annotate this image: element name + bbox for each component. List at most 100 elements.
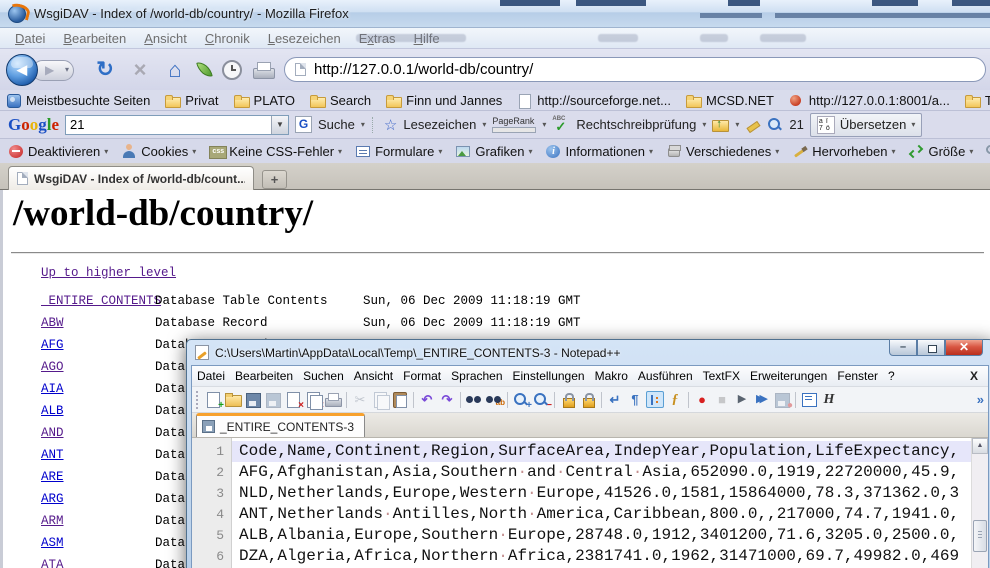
notepad-titlebar[interactable]: C:\Users\Martin\AppData\Local\Temp\_ENTI… <box>191 340 989 365</box>
bookmark-item[interactable]: MCSD.NET <box>686 93 774 108</box>
record-link[interactable]: AFG <box>41 338 64 352</box>
forward-button[interactable]: ▶ ▾ <box>32 60 74 81</box>
bookmark-item[interactable]: http://127.0.0.1:8001/a... <box>789 93 950 108</box>
scrollbar-thumb[interactable] <box>973 520 987 552</box>
restore-button[interactable] <box>917 339 945 356</box>
record-link[interactable]: ABW <box>41 316 64 330</box>
record-link[interactable]: ANT <box>41 448 64 462</box>
undo-icon[interactable] <box>418 391 436 408</box>
line-text[interactable]: AFG,Afghanistan,Asia,Southern·and·Centra… <box>232 462 988 483</box>
editor-area[interactable]: 1 Code,Name,Continent,Region,SurfaceArea… <box>192 438 988 568</box>
url-bar[interactable] <box>284 57 986 82</box>
record-link[interactable]: ARG <box>41 492 64 506</box>
menu-item[interactable]: Bearbeiten <box>54 31 135 46</box>
dropdown-caret[interactable]: ▾ <box>702 120 706 129</box>
copy-icon[interactable] <box>371 391 389 408</box>
line-text[interactable]: ALB,Albania,Europe,Southern·Europe,28748… <box>232 525 988 546</box>
editor-scrollbar[interactable] <box>971 438 988 568</box>
line-text[interactable]: ANT,Netherlands·Antilles,North·America,C… <box>232 504 988 525</box>
history-clock-icon[interactable] <box>222 60 242 80</box>
macro-run-multiple-icon[interactable] <box>753 391 771 408</box>
zoom-icon[interactable] <box>767 117 783 133</box>
menu-item[interactable]: ? <box>883 369 900 383</box>
bookmark-item[interactable]: PLATO <box>234 93 295 108</box>
menu-item[interactable]: Format <box>398 369 446 383</box>
macro-save-icon[interactable]: ● <box>773 391 791 408</box>
start-html-icon[interactable] <box>820 391 838 408</box>
zoom-out-icon[interactable]: − <box>532 391 550 408</box>
dropdown-caret[interactable]: ▾ <box>542 120 546 129</box>
menu-item[interactable]: Ausführen <box>633 369 698 383</box>
dropdown-caret[interactable]: ▾ <box>735 120 739 129</box>
menu-item[interactable]: Sprachen <box>446 369 507 383</box>
stop-button[interactable] <box>128 57 152 83</box>
home-button[interactable] <box>163 57 187 83</box>
google-search-input[interactable] <box>66 117 271 132</box>
new-tab-button[interactable] <box>262 170 287 189</box>
minimize-button[interactable]: – <box>889 339 917 356</box>
scroll-up-arrow[interactable] <box>972 438 988 454</box>
menu-item[interactable]: Ansicht <box>135 31 196 46</box>
bookmark-item[interactable]: Finn und Jannes <box>386 93 502 108</box>
webdev-item[interactable]: Deaktivieren ▾ <box>8 144 108 159</box>
webdev-item[interactable]: Verschiedenes ▾ <box>666 144 779 159</box>
document-tab[interactable]: _ENTIRE_CONTENTS-3 <box>196 413 365 437</box>
record-link[interactable]: ARM <box>41 514 64 528</box>
paste-icon[interactable] <box>391 391 409 408</box>
save-all-icon[interactable] <box>264 391 282 408</box>
macro-play-icon[interactable] <box>733 391 751 408</box>
google-search-box[interactable]: ▼ <box>65 115 289 135</box>
url-input[interactable] <box>314 61 975 78</box>
back-button[interactable]: ◀ <box>6 54 38 86</box>
cut-icon[interactable] <box>351 391 369 408</box>
search-dropdown-button[interactable]: ▼ <box>271 116 288 134</box>
spellcheck-icon[interactable] <box>552 116 570 133</box>
menu-item[interactable]: Ansicht <box>349 369 398 383</box>
google-bookmarks-button[interactable]: Lesezeichen <box>403 117 476 132</box>
menu-item[interactable]: Lesezeichen <box>259 31 350 46</box>
highlighter-icon[interactable] <box>745 117 761 133</box>
find-icon[interactable] <box>465 391 483 408</box>
browser-tab[interactable]: WsgiDAV - Index of /world-db/count... <box>8 166 254 190</box>
save-icon[interactable] <box>244 391 262 408</box>
webdev-item[interactable]: Extras ▾ <box>986 144 990 159</box>
send-to-icon[interactable] <box>712 118 729 132</box>
reload-button[interactable] <box>93 57 117 82</box>
menu-item[interactable]: Fenster <box>832 369 883 383</box>
redo-icon[interactable] <box>438 391 456 408</box>
record-link[interactable]: AIA <box>41 382 64 396</box>
record-link[interactable]: ALB <box>41 404 64 418</box>
webdev-item[interactable]: Grafiken ▾ <box>455 144 532 159</box>
replace-icon[interactable]: ab <box>485 391 503 408</box>
menu-item[interactable]: Einstellungen <box>508 369 590 383</box>
google-g-icon[interactable]: G <box>295 116 312 133</box>
menu-item[interactable]: Datei <box>6 31 54 46</box>
menu-item[interactable]: Bearbeiten <box>230 369 298 383</box>
dropdown-caret[interactable]: ▾ <box>361 120 365 129</box>
record-link[interactable]: AND <box>41 426 64 440</box>
function-completion-icon[interactable] <box>666 391 684 408</box>
close-file-icon[interactable]: × <box>284 391 302 408</box>
zoom-in-icon[interactable]: + <box>512 391 530 408</box>
menu-item[interactable]: TextFX <box>698 369 745 383</box>
dropdown-caret[interactable]: ▾ <box>482 120 486 129</box>
close-all-icon[interactable]: × <box>304 391 322 408</box>
record-link[interactable]: ASM <box>41 536 64 550</box>
sage-feed-icon[interactable] <box>196 60 213 80</box>
menu-item[interactable]: Erweiterungen <box>745 369 832 383</box>
word-wrap-icon[interactable] <box>606 391 624 408</box>
webdev-item[interactable]: Hervorheben ▾ <box>792 144 895 159</box>
record-link[interactable]: AGO <box>41 360 64 374</box>
history-dropdown-caret[interactable]: ▾ <box>65 65 69 74</box>
bookmark-item[interactable]: http://sourceforge.net... <box>517 93 671 108</box>
bookmark-item[interactable]: Search <box>310 93 371 108</box>
up-level-link[interactable]: Up to higher level <box>41 262 176 284</box>
new-file-icon[interactable]: + <box>204 391 222 408</box>
google-search-button[interactable]: Suche <box>318 117 355 132</box>
line-text[interactable]: Code,Name,Continent,Region,SurfaceArea,I… <box>232 441 988 462</box>
spellcheck-button[interactable]: Rechtschreibprüfung <box>576 117 696 132</box>
menu-item[interactable]: Chronik <box>196 31 259 46</box>
menu-item[interactable]: Suchen <box>298 369 349 383</box>
bookmark-item[interactable]: Tree Samples <box>965 93 990 108</box>
translate-button[interactable]: aï7ö Übersetzen ▾ <box>810 113 923 137</box>
